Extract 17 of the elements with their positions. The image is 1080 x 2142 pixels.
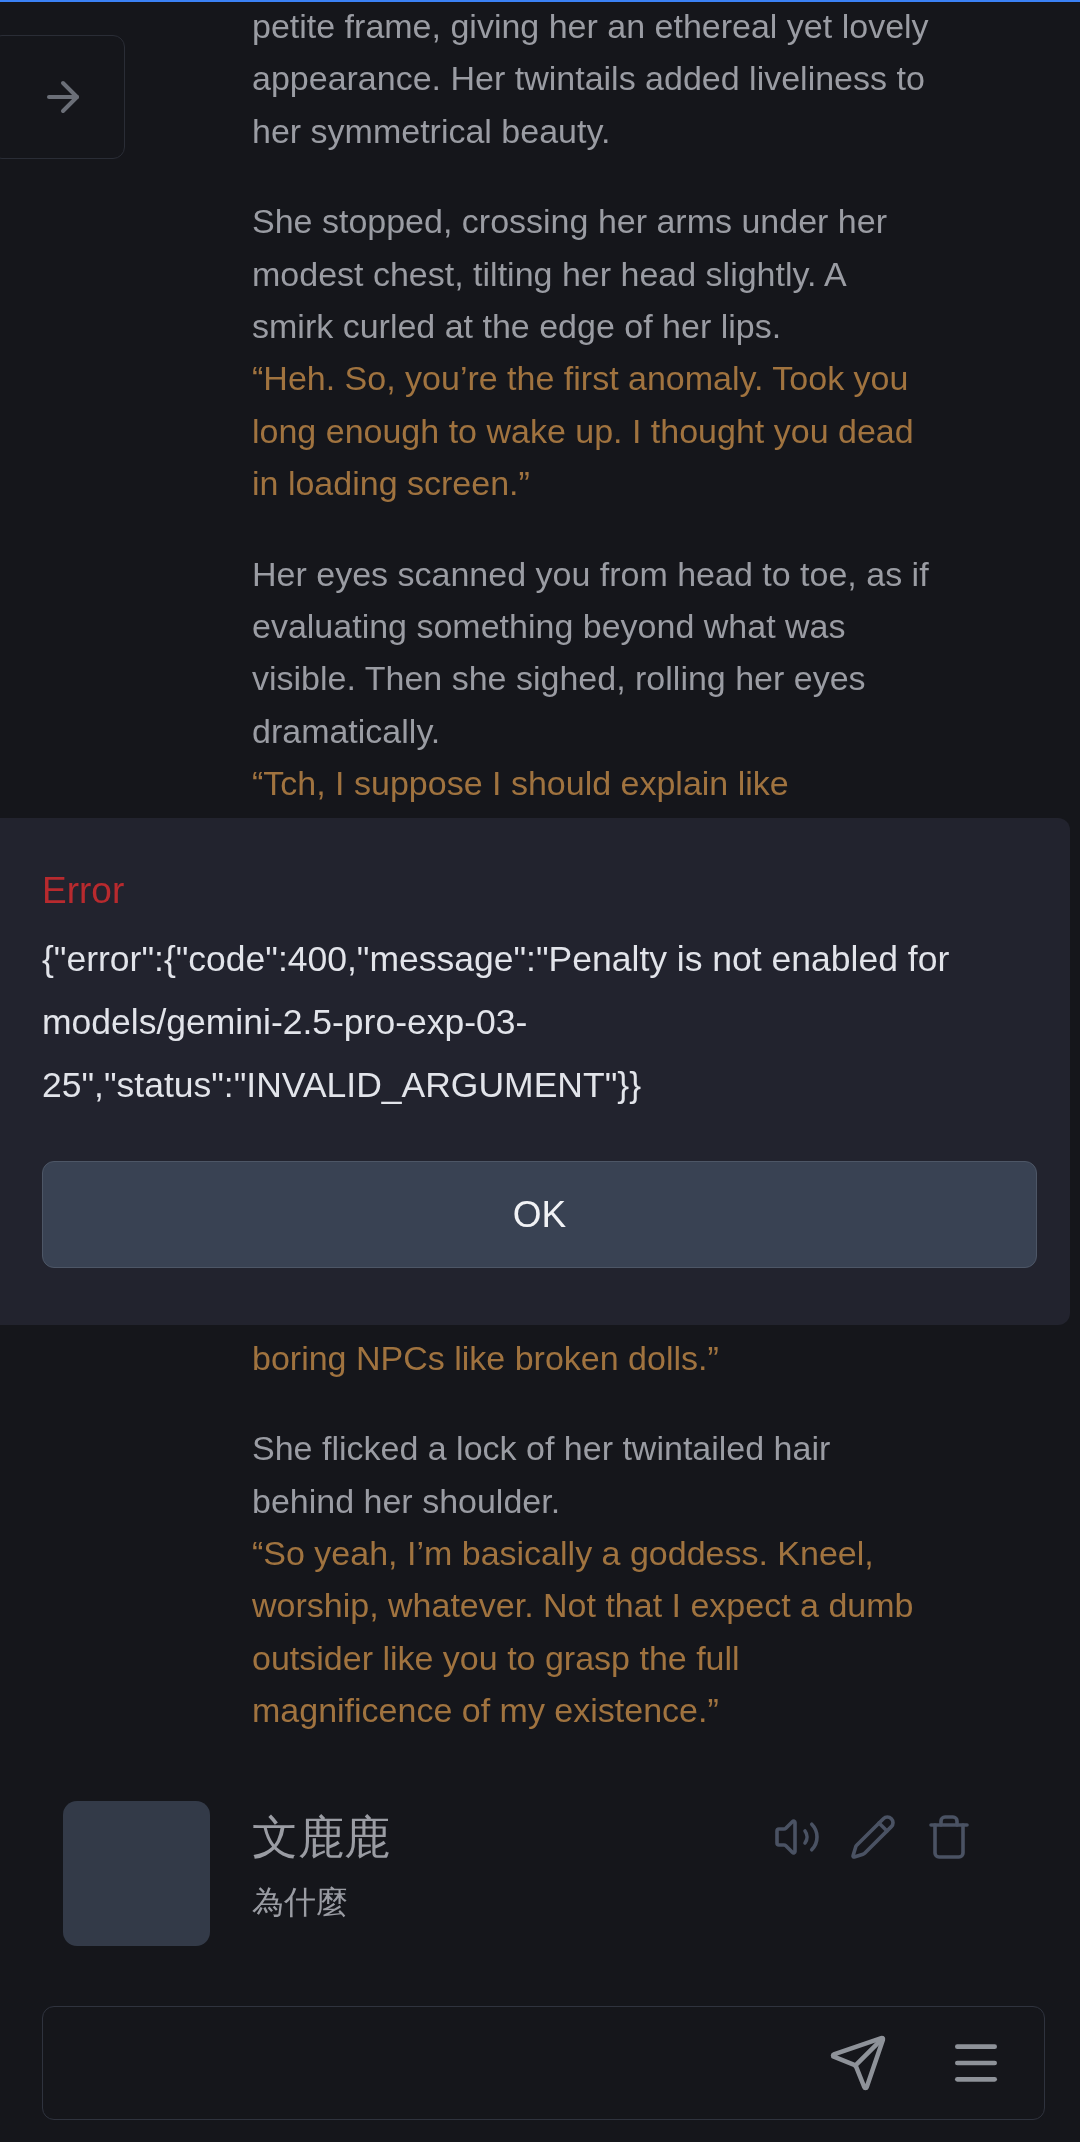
send-icon[interactable] bbox=[828, 2033, 888, 2093]
forward-button[interactable] bbox=[0, 35, 125, 159]
pencil-icon[interactable] bbox=[849, 1812, 897, 1861]
ok-button[interactable]: OK bbox=[42, 1161, 1037, 1268]
narration-text: She flicked a lock of her twintailed hair behind her shoulder. bbox=[252, 1428, 832, 1522]
message-input-field[interactable] bbox=[42, 2006, 1045, 2120]
dialogue-text: “So yeah, I’m basically a goddess. Kneel, worship, whatever. Not that I expect a dumb outsider like you to grasp the full magnificence of my existence.” bbox=[252, 1532, 915, 1732]
error-message: {"error":{"code":400,"message":"Penalty is not enabled for models/gemini-2.5-pro-exp-03-25","status":"INVALID_ARGUMENT"}} bbox=[42, 938, 951, 1107]
user-name: 文鹿鹿 bbox=[252, 1809, 390, 1865]
dialog-title: Error bbox=[42, 869, 126, 913]
narration-text: Her eyes scanned you from head to toe, as if evaluating something beyond what was visible. Then she sighed, rolling her eyes dramatically. bbox=[252, 553, 930, 752]
dialogue-text: boring NPCs like broken dolls.” bbox=[252, 1337, 720, 1379]
narration-text: She stopped, crossing her arms under her modest chest, tilting her head slightly. A smirk curled at the edge of her lips. bbox=[252, 201, 888, 348]
dialogue-text: “Tch, I suppose I should explain like bbox=[252, 763, 790, 805]
narration-text: petite frame, giving her an ethereal yet lovely appearance. Her twintails added liveliness to her symmetrical beauty. bbox=[252, 6, 930, 152]
message-text: 為什麼 bbox=[252, 1882, 349, 1922]
dialogue-text: “Heh. So, you’re the first anomaly. Took you long enough to wake up. I thought you dead in loading screen.” bbox=[252, 358, 915, 505]
